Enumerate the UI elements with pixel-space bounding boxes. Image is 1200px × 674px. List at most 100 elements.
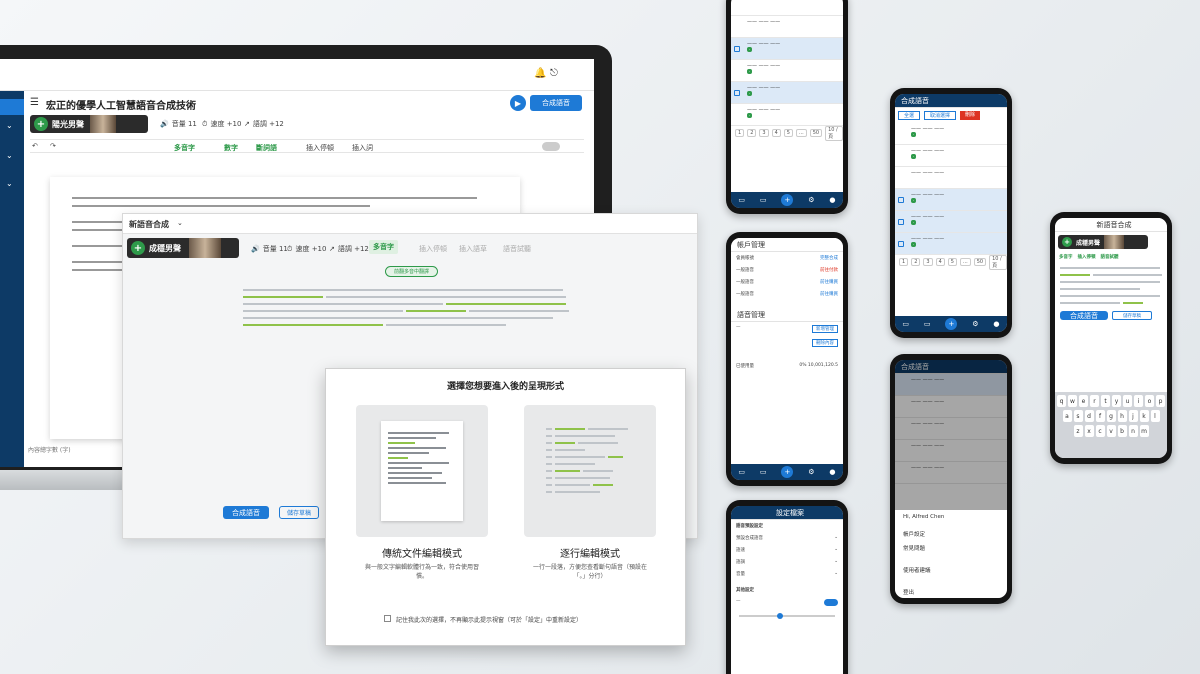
- folder-icon[interactable]: ▭: [738, 468, 745, 476]
- chevron-down-icon[interactable]: ⌄: [6, 151, 13, 160]
- phone-editor-text[interactable]: [1055, 262, 1167, 309]
- page-last[interactable]: 50: [809, 129, 823, 137]
- key-y[interactable]: y: [1112, 395, 1121, 407]
- select-all-button[interactable]: 全選: [898, 111, 921, 120]
- menu-feedback[interactable]: 使用者建議: [903, 566, 999, 574]
- editor-text[interactable]: [243, 286, 573, 329]
- key-f[interactable]: f: [1095, 410, 1105, 422]
- key-t[interactable]: t: [1101, 395, 1110, 407]
- voice-selector[interactable]: + 陽光男聲: [30, 115, 148, 133]
- checkbox[interactable]: [898, 197, 904, 203]
- key-m[interactable]: m: [1139, 425, 1149, 437]
- pitch-control[interactable]: ↗ 語調 +12: [244, 119, 284, 129]
- menu-faq[interactable]: 常見問題: [903, 544, 999, 552]
- new-manage-button[interactable]: 新增管理: [812, 325, 838, 333]
- folder-icon[interactable]: ▭: [902, 320, 909, 328]
- deselect-button[interactable]: 取消選擇: [924, 111, 957, 120]
- action-break-words[interactable]: 斷詞語: [256, 143, 277, 153]
- per-page[interactable]: 10 / 頁: [989, 254, 1007, 270]
- action-insert-pause[interactable]: 插入停頓: [419, 244, 447, 254]
- key-u[interactable]: u: [1123, 395, 1132, 407]
- action-polyphone[interactable]: 多音字: [1059, 254, 1073, 260]
- delete-button[interactable]: 刪除內容: [812, 339, 838, 347]
- gear-icon[interactable]: ⚙: [808, 196, 814, 204]
- volume-control[interactable]: 🔊 音量 11: [251, 244, 288, 254]
- add-icon[interactable]: +: [781, 466, 794, 478]
- menu-account-settings[interactable]: 帳戶設定: [903, 530, 999, 538]
- key-h[interactable]: h: [1117, 410, 1127, 422]
- action-polyphone[interactable]: 多音字: [174, 143, 195, 153]
- key-c[interactable]: c: [1095, 425, 1105, 437]
- key-l[interactable]: l: [1150, 410, 1160, 422]
- gear-icon[interactable]: ⚙: [808, 468, 814, 476]
- voice-selector[interactable]: + 成穩男聲: [127, 238, 239, 258]
- page-5[interactable]: 5: [947, 258, 957, 266]
- key-s[interactable]: s: [1073, 410, 1083, 422]
- chevron-down-icon[interactable]: ⌄: [6, 179, 13, 188]
- speed-control[interactable]: ⏱ 速度 +10: [287, 244, 326, 254]
- page-1[interactable]: 1: [899, 258, 909, 266]
- key-k[interactable]: k: [1139, 410, 1149, 422]
- menu-logout[interactable]: 登出: [903, 588, 999, 596]
- page-4[interactable]: 4: [935, 258, 945, 266]
- page-2[interactable]: 2: [747, 129, 757, 137]
- user-icon[interactable]: ●: [993, 320, 999, 328]
- key-z[interactable]: z: [1073, 425, 1083, 437]
- slider[interactable]: [739, 613, 835, 619]
- checkbox[interactable]: [898, 241, 904, 247]
- save-draft-button[interactable]: 儲存草稿: [1112, 311, 1152, 320]
- save-draft-button[interactable]: 儲存草稿: [279, 506, 319, 519]
- page-3[interactable]: 3: [923, 258, 933, 266]
- gear-icon[interactable]: ⚙: [972, 320, 978, 328]
- toggle-switch[interactable]: [542, 142, 560, 151]
- chevron-down-icon[interactable]: ⌄: [177, 219, 183, 227]
- remember-checkbox[interactable]: [384, 615, 391, 622]
- add-icon[interactable]: +: [781, 194, 794, 206]
- key-i[interactable]: i: [1134, 395, 1143, 407]
- play-button[interactable]: ▶: [510, 95, 526, 111]
- traditional-mode-card[interactable]: [356, 405, 488, 537]
- action-insert-pause[interactable]: 插入停頓: [1078, 254, 1096, 260]
- checkbox[interactable]: [898, 219, 904, 225]
- compose-button[interactable]: 合成語音: [530, 95, 582, 111]
- compose-button[interactable]: 合成語音: [1060, 311, 1108, 320]
- chevron-down-icon[interactable]: ⌄: [834, 571, 838, 577]
- page-5[interactable]: 5: [783, 129, 793, 137]
- page-1[interactable]: 1: [735, 129, 745, 137]
- action-insert-word[interactable]: 插入詞: [352, 143, 373, 153]
- compose-button[interactable]: 合成語音: [223, 506, 269, 519]
- voice-selector[interactable]: + 成穩男聲: [1058, 235, 1148, 249]
- pitch-control[interactable]: ↗ 語調 +12: [329, 244, 369, 254]
- logout-icon[interactable]: ⎋: [550, 68, 558, 79]
- key-b[interactable]: b: [1117, 425, 1127, 437]
- key-x[interactable]: x: [1084, 425, 1094, 437]
- menu-icon[interactable]: ☰: [30, 97, 39, 108]
- key-a[interactable]: a: [1062, 410, 1072, 422]
- checkbox[interactable]: [734, 90, 740, 96]
- delete-button[interactable]: 刪除: [960, 111, 981, 120]
- page-2[interactable]: 2: [911, 258, 921, 266]
- page-4[interactable]: 4: [771, 129, 781, 137]
- key-e[interactable]: e: [1079, 395, 1088, 407]
- key-w[interactable]: w: [1068, 395, 1077, 407]
- sidebar-selected-item[interactable]: [0, 99, 24, 115]
- volume-control[interactable]: 🔊 音量 11: [160, 119, 197, 129]
- action-insert-pause[interactable]: 插入停頓: [306, 143, 334, 153]
- folder-icon[interactable]: ▭: [760, 196, 767, 204]
- speed-control[interactable]: ⏱ 速度 +10: [202, 119, 241, 129]
- folder-icon[interactable]: ▭: [924, 320, 931, 328]
- action-insert-note[interactable]: 插入語草: [459, 244, 487, 254]
- chevron-down-icon[interactable]: ⌄: [834, 559, 838, 565]
- key-v[interactable]: v: [1106, 425, 1116, 437]
- key-d[interactable]: d: [1084, 410, 1094, 422]
- chevron-down-icon[interactable]: ⌄: [834, 547, 838, 553]
- undo-icon[interactable]: ↶: [32, 142, 38, 150]
- action-polyphone[interactable]: 多音字: [369, 240, 398, 254]
- action-preview[interactable]: 語音試聽: [503, 244, 531, 254]
- action-number[interactable]: 數字: [224, 143, 238, 153]
- page-last[interactable]: 50: [973, 258, 987, 266]
- redo-icon[interactable]: ↷: [50, 142, 56, 150]
- add-icon[interactable]: +: [945, 318, 958, 330]
- key-n[interactable]: n: [1128, 425, 1138, 437]
- chevron-down-icon[interactable]: ⌄: [6, 121, 13, 130]
